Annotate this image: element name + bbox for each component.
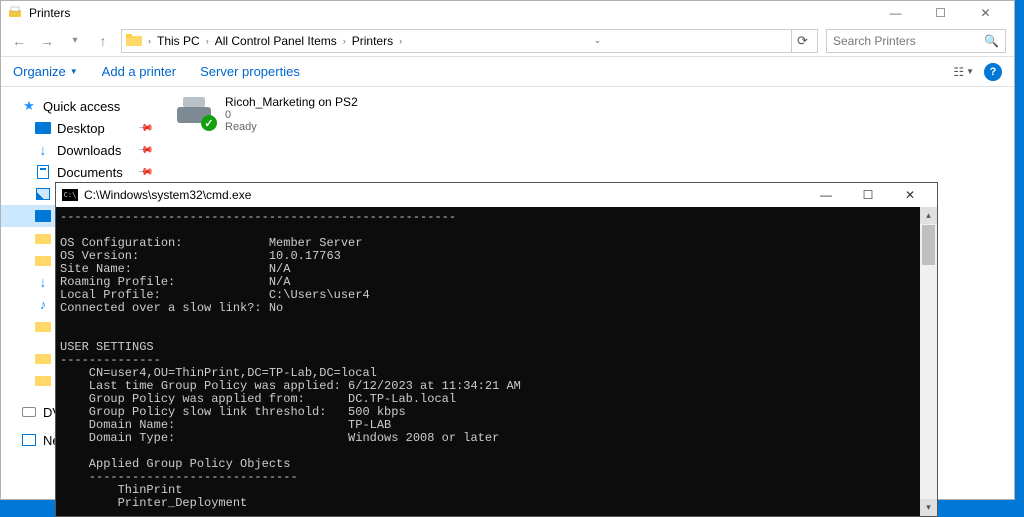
printers-icon bbox=[7, 5, 23, 21]
organize-menu[interactable]: Organize ▼ bbox=[13, 64, 78, 79]
search-icon: 🔍 bbox=[984, 34, 999, 48]
crumb-sep-icon: › bbox=[204, 36, 211, 46]
tree-label: Quick access bbox=[43, 99, 120, 114]
crumb-sep-icon: › bbox=[397, 36, 404, 46]
view-options-button[interactable]: ☷ ▼ bbox=[953, 65, 974, 79]
breadcrumb-this-pc[interactable]: This PC bbox=[153, 34, 204, 48]
help-button[interactable]: ? bbox=[984, 63, 1002, 81]
cmd-minimize-button[interactable]: — bbox=[805, 184, 847, 206]
desktop-icon bbox=[35, 209, 51, 223]
back-button[interactable]: ← bbox=[9, 31, 29, 51]
breadcrumb-printers[interactable]: Printers bbox=[348, 34, 397, 48]
tree-downloads[interactable]: ↓ Downloads 📌 bbox=[1, 139, 161, 161]
pin-icon: 📌 bbox=[136, 142, 153, 159]
scroll-up-button[interactable]: ▴ bbox=[920, 207, 937, 224]
nav-row: ← → ▾ ↑ › This PC › All Control Panel It… bbox=[1, 25, 1014, 57]
downloads-icon: ↓ bbox=[35, 143, 51, 157]
search-placeholder: Search Printers bbox=[833, 34, 916, 48]
folder-icon bbox=[35, 319, 51, 333]
cmd-icon bbox=[62, 189, 78, 201]
network-icon bbox=[21, 433, 37, 447]
tree-desktop[interactable]: Desktop 📌 bbox=[1, 117, 161, 139]
printer-queue: 0 bbox=[225, 109, 358, 121]
minimize-button[interactable]: — bbox=[873, 2, 918, 24]
crumb-sep-icon: › bbox=[341, 36, 348, 46]
address-dropdown[interactable]: ⌄ bbox=[591, 35, 605, 46]
forward-button[interactable]: → bbox=[37, 31, 57, 51]
cmd-close-button[interactable]: ✕ bbox=[889, 184, 931, 206]
add-printer-button[interactable]: Add a printer bbox=[102, 64, 176, 79]
folder-icon bbox=[35, 351, 51, 365]
downloads-icon: ↓ bbox=[35, 275, 51, 289]
explorer-titlebar[interactable]: Printers — ☐ ✕ bbox=[1, 1, 1014, 25]
chevron-down-icon: ▼ bbox=[70, 67, 78, 76]
organize-label: Organize bbox=[13, 64, 66, 79]
pin-icon: 📌 bbox=[136, 164, 153, 181]
desktop-icon bbox=[35, 121, 51, 135]
window-title: Printers bbox=[29, 6, 70, 20]
printer-details: Ricoh_Marketing on PS2 0 Ready bbox=[225, 95, 358, 133]
crumb-sep-icon: › bbox=[146, 36, 153, 46]
printer-name: Ricoh_Marketing on PS2 bbox=[225, 95, 358, 109]
pin-icon: 📌 bbox=[136, 120, 153, 137]
star-icon: ★ bbox=[21, 99, 37, 113]
address-bar[interactable]: › This PC › All Control Panel Items › Pr… bbox=[121, 29, 818, 53]
folder-icon bbox=[35, 253, 51, 267]
printer-status: Ready bbox=[225, 121, 358, 133]
disk-icon bbox=[21, 405, 37, 419]
breadcrumb-control-panel[interactable]: All Control Panel Items bbox=[211, 34, 341, 48]
server-properties-button[interactable]: Server properties bbox=[200, 64, 300, 79]
address-folder-icon bbox=[126, 33, 142, 49]
maximize-button[interactable]: ☐ bbox=[918, 2, 963, 24]
printer-icon: ✓ bbox=[173, 95, 215, 129]
pictures-icon bbox=[35, 187, 51, 201]
music-icon: ♪ bbox=[35, 297, 51, 311]
up-button[interactable]: ↑ bbox=[93, 31, 113, 51]
folder-icon bbox=[35, 231, 51, 245]
cmd-maximize-button[interactable]: ☐ bbox=[847, 184, 889, 206]
tree-label: Documents bbox=[57, 165, 123, 180]
tree-documents[interactable]: Documents 📌 bbox=[1, 161, 161, 183]
check-icon: ✓ bbox=[201, 115, 217, 131]
tree-label: Desktop bbox=[57, 121, 105, 136]
recent-locations-button[interactable]: ▾ bbox=[65, 31, 85, 51]
cmd-output[interactable]: ----------------------------------------… bbox=[56, 207, 920, 516]
refresh-button[interactable]: ⟳ bbox=[791, 30, 813, 52]
tree-quick-access[interactable]: ★ Quick access bbox=[1, 95, 161, 117]
tree-label: Downloads bbox=[57, 143, 121, 158]
scroll-thumb[interactable] bbox=[922, 225, 935, 265]
cmd-scrollbar[interactable]: ▴ ▾ bbox=[920, 207, 937, 516]
close-button[interactable]: ✕ bbox=[963, 2, 1008, 24]
cmd-title-text: C:\Windows\system32\cmd.exe bbox=[84, 188, 251, 202]
printer-item[interactable]: ✓ Ricoh_Marketing on PS2 0 Ready bbox=[173, 95, 1002, 133]
cmd-titlebar[interactable]: C:\Windows\system32\cmd.exe — ☐ ✕ bbox=[56, 183, 937, 207]
search-input[interactable]: Search Printers 🔍 bbox=[826, 29, 1006, 53]
cmd-window: C:\Windows\system32\cmd.exe — ☐ ✕ ------… bbox=[55, 182, 938, 517]
scroll-down-button[interactable]: ▾ bbox=[920, 499, 937, 516]
documents-icon bbox=[35, 165, 51, 179]
folder-icon bbox=[35, 373, 51, 387]
command-bar: Organize ▼ Add a printer Server properti… bbox=[1, 57, 1014, 87]
